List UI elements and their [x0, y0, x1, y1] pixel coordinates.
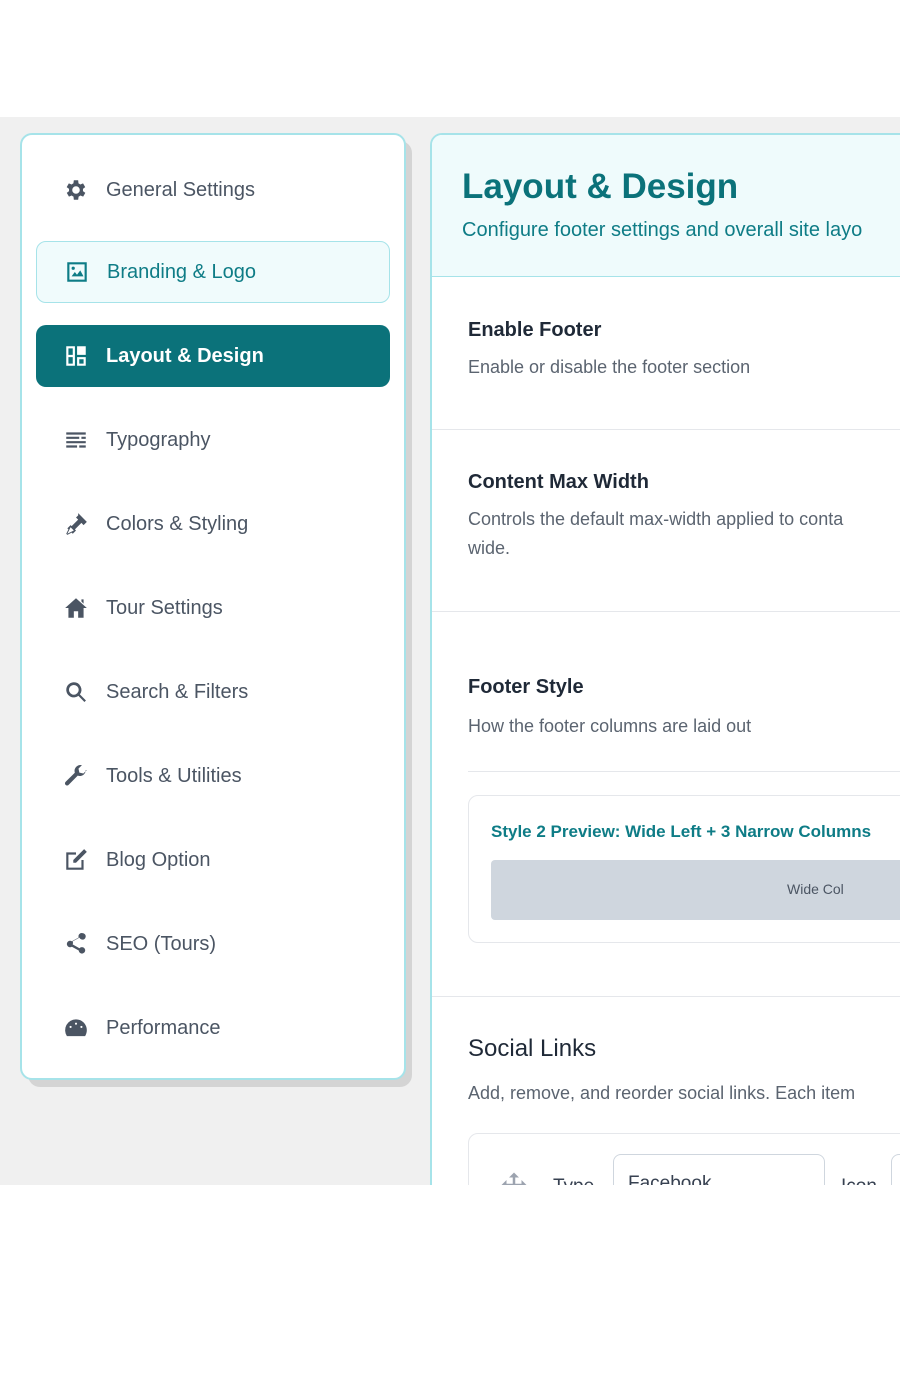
image-icon [63, 258, 91, 286]
page-title: Layout & Design [462, 167, 739, 206]
enable-footer-title: Enable Footer [468, 319, 602, 341]
preview-wide-column: Wide Col [491, 860, 900, 920]
gear-icon [62, 176, 90, 204]
sidebar-item-label: Search & Filters [106, 680, 249, 703]
sidebar-item-general-settings[interactable]: General Settings [36, 159, 390, 221]
sidebar-item-blog-option[interactable]: Blog Option [36, 829, 390, 891]
home-icon [62, 594, 90, 622]
sidebar-item-label: Performance [106, 1016, 221, 1039]
search-icon [62, 678, 90, 706]
section-divider [432, 429, 900, 430]
settings-sidebar: General Settings Branding & Logo Layout … [20, 133, 406, 1080]
layout-icon [62, 342, 90, 370]
preview-column-label: Wide Col [787, 881, 844, 897]
text-lines-icon [62, 426, 90, 454]
sidebar-item-label: Tour Settings [106, 596, 223, 619]
edit-icon [62, 846, 90, 874]
panel-header: Layout & Design Configure footer setting… [432, 135, 900, 277]
icon-label: Icon [841, 1176, 877, 1185]
sidebar-item-branding-logo[interactable]: Branding & Logo [36, 241, 390, 303]
sidebar-item-typography[interactable]: Typography [36, 409, 390, 471]
footer-style-desc: How the footer columns are laid out [468, 716, 752, 736]
sidebar-item-colors-styling[interactable]: Colors & Styling [36, 493, 390, 555]
type-select[interactable]: Facebook [613, 1154, 825, 1185]
sidebar-item-seo-tours[interactable]: SEO (Tours) [36, 913, 390, 975]
share-icon [62, 930, 90, 958]
content-max-width-desc: Controls the default max-width applied t… [468, 509, 844, 529]
icon-input[interactable] [891, 1154, 900, 1185]
social-links-desc: Add, remove, and reorder social links. E… [468, 1083, 856, 1103]
move-icon[interactable] [499, 1170, 529, 1185]
content-max-width-desc-cont: wide. [468, 538, 511, 558]
sidebar-item-label: Branding & Logo [107, 260, 257, 283]
content-max-width-title: Content Max Width [468, 471, 649, 493]
sidebar-item-label: General Settings [106, 178, 255, 201]
social-links-title: Social Links [468, 1035, 597, 1062]
section-divider [432, 611, 900, 612]
sidebar-item-label: Colors & Styling [106, 512, 249, 535]
sidebar-item-tools-utilities[interactable]: Tools & Utilities [36, 745, 390, 807]
social-link-item: Type Facebook Icon [468, 1133, 900, 1185]
footer-style-title: Footer Style [468, 676, 584, 698]
preview-title: Style 2 Preview: Wide Left + 3 Narrow Co… [491, 822, 872, 841]
sidebar-item-label: Typography [106, 428, 211, 451]
settings-main-panel: Layout & Design Configure footer setting… [430, 133, 900, 1185]
settings-screen: General Settings Branding & Logo Layout … [0, 117, 900, 1185]
sidebar-item-label: Blog Option [106, 848, 211, 871]
footer-style-divider [468, 771, 900, 772]
sidebar-item-tour-settings[interactable]: Tour Settings [36, 577, 390, 639]
enable-footer-desc: Enable or disable the footer section [468, 357, 751, 377]
sidebar-item-performance[interactable]: Performance [36, 997, 390, 1059]
footer-style-preview: Style 2 Preview: Wide Left + 3 Narrow Co… [468, 795, 900, 943]
sidebar-item-search-filters[interactable]: Search & Filters [36, 661, 390, 723]
gauge-icon [62, 1014, 90, 1042]
section-divider [432, 996, 900, 997]
sidebar-item-label: SEO (Tours) [106, 932, 217, 955]
sidebar-item-layout-design[interactable]: Layout & Design [36, 325, 390, 387]
sidebar-item-label: Layout & Design [106, 344, 264, 367]
brush-icon [62, 510, 90, 538]
wrench-icon [62, 762, 90, 790]
type-label: Type [553, 1176, 594, 1185]
page-subtitle: Configure footer settings and overall si… [462, 219, 863, 241]
sidebar-item-label: Tools & Utilities [106, 764, 242, 787]
